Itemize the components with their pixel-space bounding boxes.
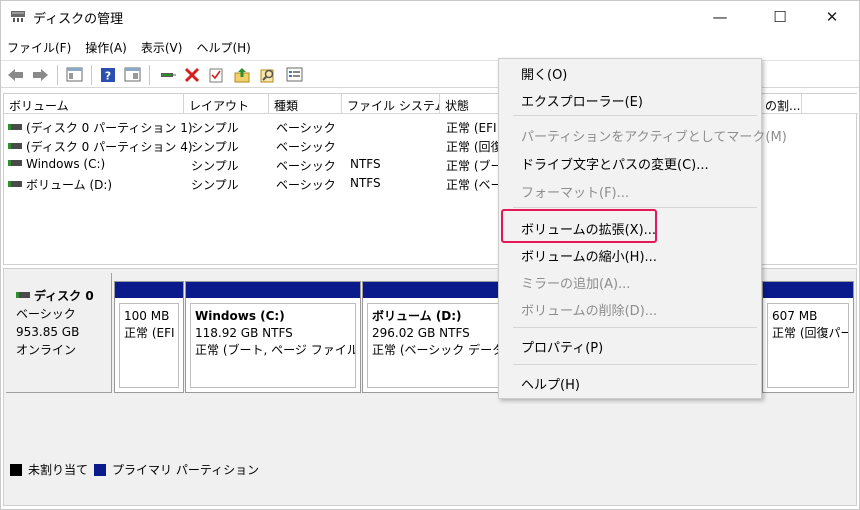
search-disk-icon[interactable] bbox=[259, 66, 277, 83]
volume-icon bbox=[8, 124, 22, 130]
menu-properties[interactable]: プロパティ(P) bbox=[521, 337, 603, 356]
console-view-icon[interactable] bbox=[65, 66, 83, 83]
menu-mark-active[interactable]: パーティションをアクティブとしてマーク(M) bbox=[521, 126, 787, 145]
volume-icon bbox=[8, 181, 22, 187]
svg-text:?: ? bbox=[105, 69, 111, 82]
menu-action[interactable]: 操作(A) bbox=[79, 37, 133, 57]
volume-name: (ディスク 0 パーティション 1) bbox=[26, 121, 193, 135]
disk-icon bbox=[16, 292, 30, 298]
properties-view-icon[interactable] bbox=[123, 66, 141, 83]
partition-bar bbox=[115, 282, 183, 298]
column-header-filesystem[interactable]: ファイル システム bbox=[342, 94, 440, 114]
delete-icon[interactable] bbox=[183, 66, 201, 83]
partition-size: 607 MB bbox=[772, 309, 818, 323]
partition-size: 100 MB bbox=[124, 309, 170, 323]
check-icon[interactable] bbox=[207, 66, 225, 83]
partition-efi[interactable]: 100 MB 正常 (EFI bbox=[114, 281, 184, 393]
volume-fs: NTFS bbox=[350, 157, 381, 171]
volume-status: 正常 (回復 bbox=[446, 140, 503, 154]
volume-icon bbox=[8, 160, 22, 166]
minimize-button[interactable]: — bbox=[697, 1, 743, 33]
title-bar: ディスクの管理 — ☐ ✕ bbox=[1, 1, 859, 33]
partition-desc: 正常 (ブート, ページ ファイル, クラ bbox=[195, 343, 355, 357]
column-header-type[interactable]: 種類 bbox=[269, 94, 342, 114]
toolbar-separator bbox=[149, 65, 150, 85]
forward-arrow-icon[interactable] bbox=[31, 66, 49, 83]
menu-file[interactable]: ファイル(F) bbox=[1, 37, 77, 57]
column-header-volume[interactable]: ボリューム bbox=[4, 94, 184, 114]
volume-name: Windows (C:) bbox=[26, 157, 106, 171]
toolbar-separator bbox=[91, 65, 92, 85]
menu-shrink-volume[interactable]: ボリュームの縮小(H)... bbox=[521, 246, 657, 265]
volume-status: 正常 (EFI bbox=[446, 121, 497, 135]
column-header-empty bbox=[802, 94, 858, 114]
partition-bar bbox=[763, 282, 853, 298]
window-title: ディスクの管理 bbox=[33, 12, 124, 27]
partition-windows-c[interactable]: Windows (C:) 118.92 GB NTFS 正常 (ブート, ページ… bbox=[185, 281, 361, 393]
close-icon: ✕ bbox=[825, 8, 839, 26]
volume-layout: シンプル bbox=[191, 159, 239, 173]
partition-desc: 正常 (回復パー bbox=[772, 326, 849, 340]
help-icon[interactable]: ? bbox=[99, 66, 117, 83]
menu-separator bbox=[513, 115, 757, 116]
menu-view[interactable]: 表示(V) bbox=[135, 37, 189, 57]
partition-desc: 正常 (EFI bbox=[124, 326, 175, 340]
list-view-icon[interactable] bbox=[285, 66, 303, 83]
connect-icon[interactable] bbox=[159, 66, 177, 83]
menu-delete-volume[interactable]: ボリュームの削除(D)... bbox=[521, 300, 657, 319]
volume-layout: シンプル bbox=[191, 178, 239, 192]
volume-fs: NTFS bbox=[350, 176, 381, 190]
volume-type: ベーシック bbox=[276, 178, 336, 192]
disk-size: 953.85 GB bbox=[16, 325, 80, 339]
legend-primary: プライマリ パーティション bbox=[112, 463, 260, 477]
menu-help-item[interactable]: ヘルプ(H) bbox=[521, 374, 580, 393]
partition-size: 118.92 GB NTFS bbox=[195, 326, 293, 340]
volume-name: ボリューム (D:) bbox=[26, 178, 113, 192]
volume-type: ベーシック bbox=[276, 140, 336, 154]
partition-recovery[interactable]: 607 MB 正常 (回復パー bbox=[762, 281, 854, 393]
menu-open[interactable]: 開く(O) bbox=[521, 64, 567, 83]
disk-info-panel[interactable]: ディスク 0 ベーシック 953.85 GB オンライン bbox=[6, 273, 112, 393]
menu-add-mirror[interactable]: ミラーの追加(A)... bbox=[521, 273, 630, 292]
menu-help[interactable]: ヘルプ(H) bbox=[190, 37, 256, 57]
disk-management-window: ディスクの管理 — ☐ ✕ ファイル(F) 操作(A) 表示(V) ヘルプ(H)… bbox=[0, 0, 860, 510]
disk-state: オンライン bbox=[16, 343, 77, 357]
toolbar-separator bbox=[57, 65, 58, 85]
import-icon[interactable] bbox=[233, 66, 251, 83]
volume-layout: シンプル bbox=[191, 140, 239, 154]
partition-bar bbox=[186, 282, 360, 298]
menu-separator bbox=[513, 207, 757, 208]
legend-swatch-unallocated bbox=[10, 463, 22, 476]
disk-kind: ベーシック bbox=[16, 307, 76, 321]
volume-name: (ディスク 0 パーティション 4) bbox=[26, 140, 193, 154]
volume-status: 正常 (ベー bbox=[446, 178, 503, 192]
disk-name: ディスク 0 bbox=[34, 289, 94, 303]
column-header-percent[interactable]: の割... bbox=[760, 94, 802, 114]
menu-separator bbox=[513, 364, 757, 365]
maximize-button[interactable]: ☐ bbox=[757, 1, 803, 33]
menu-explorer[interactable]: エクスプローラー(E) bbox=[521, 91, 643, 110]
legend: 未割り当て プライマリ パーティション bbox=[10, 461, 259, 478]
close-button[interactable]: ✕ bbox=[809, 1, 855, 33]
partition-name: Windows (C:) bbox=[195, 309, 285, 323]
legend-swatch-primary bbox=[94, 463, 107, 476]
volume-type: ベーシック bbox=[276, 121, 336, 135]
minimize-icon: — bbox=[712, 8, 728, 26]
menu-bar: ファイル(F) 操作(A) 表示(V) ヘルプ(H) bbox=[1, 37, 259, 57]
disk-management-app-icon bbox=[11, 11, 25, 22]
highlight-extend-volume bbox=[501, 209, 657, 243]
maximize-icon: ☐ bbox=[773, 8, 787, 26]
volume-layout: シンプル bbox=[191, 121, 239, 135]
legend-unallocated: 未割り当て bbox=[28, 463, 89, 477]
menu-change-drive-letter[interactable]: ドライブ文字とパスの変更(C)... bbox=[521, 154, 709, 173]
volume-type: ベーシック bbox=[276, 159, 336, 173]
menu-format[interactable]: フォーマット(F)... bbox=[521, 182, 629, 201]
back-arrow-icon[interactable] bbox=[7, 66, 25, 83]
volume-icon bbox=[8, 143, 22, 149]
volume-status: 正常 (ブー bbox=[446, 159, 503, 173]
menu-separator bbox=[513, 327, 757, 328]
column-header-layout[interactable]: レイアウト bbox=[184, 94, 269, 114]
